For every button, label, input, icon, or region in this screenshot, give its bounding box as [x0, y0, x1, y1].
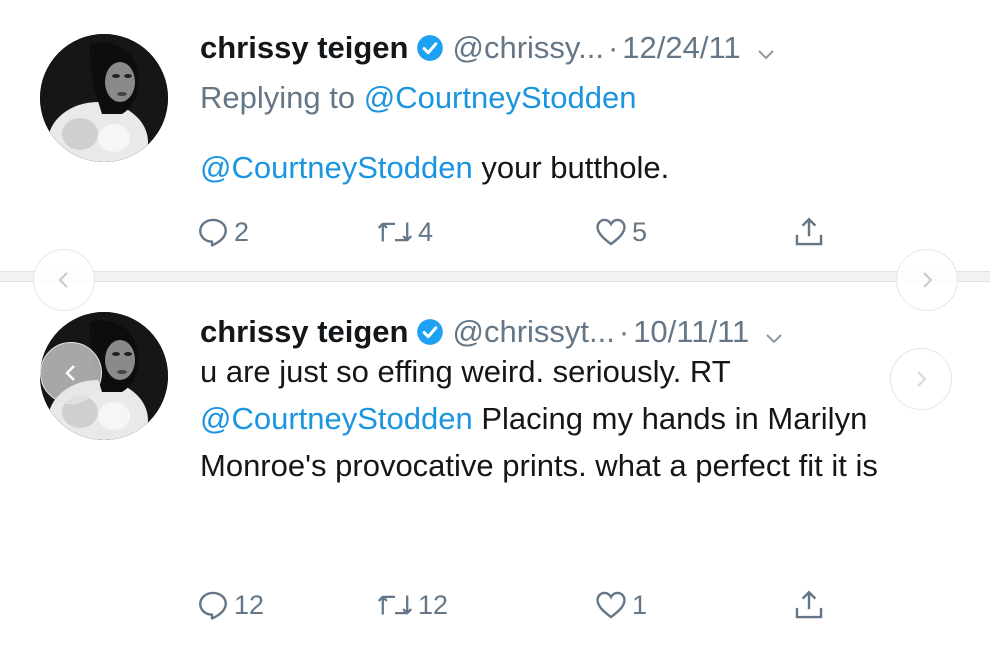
heart-icon: [596, 591, 626, 619]
retweet-count: 4: [418, 216, 434, 247]
reply-count: 2: [234, 216, 250, 247]
reply-icon: [199, 218, 227, 247]
retweet-icon: [377, 595, 413, 615]
share-button[interactable]: [792, 212, 830, 252]
chevron-left-icon: [58, 272, 68, 288]
retweet-button[interactable]: 4: [376, 212, 433, 252]
verified-badge-icon: [416, 318, 444, 346]
reply-button[interactable]: 12: [196, 585, 264, 625]
chevron-down-icon[interactable]: [763, 321, 785, 344]
next-button[interactable]: [890, 348, 952, 410]
chevron-left-icon: [65, 365, 75, 381]
share-icon: [795, 590, 823, 619]
tweet-date[interactable]: 12/24/11: [622, 30, 740, 66]
reply-icon: [199, 591, 227, 620]
reply-button[interactable]: 2: [196, 212, 249, 252]
tweet-body: your butthole.: [472, 150, 670, 185]
tweet-actions: 12 12 1: [196, 585, 856, 625]
tweet-2[interactable]: chrissy teigen @chrissyt... · 10/11/11 u…: [0, 280, 990, 654]
chevron-right-icon: [923, 272, 933, 288]
tweet-text: @CourtneyStodden your butthole.: [200, 144, 669, 191]
tweet-body-start: u are just so effing weird. seriously. R…: [200, 354, 731, 389]
tweet-1[interactable]: chrissy teigen @chrissy... · 12/24/11 Re…: [0, 0, 990, 272]
share-button[interactable]: [792, 585, 830, 625]
user-handle[interactable]: @chrissyt...: [452, 314, 614, 350]
retweet-count: 12: [418, 589, 449, 620]
avatar[interactable]: [40, 34, 168, 162]
display-name[interactable]: chrissy teigen: [200, 30, 408, 66]
tweet-header: chrissy teigen @chrissy... · 12/24/11: [200, 28, 950, 68]
like-count: 1: [632, 589, 648, 620]
display-name[interactable]: chrissy teigen: [200, 314, 408, 350]
previous-button[interactable]: [40, 342, 102, 404]
tweet-mention[interactable]: @CourtneyStodden: [200, 150, 473, 185]
tweet-date[interactable]: 10/11/11: [633, 314, 749, 350]
tweet-header: chrissy teigen @chrissyt... · 10/11/11: [200, 312, 950, 352]
replying-to-mention[interactable]: @CourtneyStodden: [364, 80, 637, 115]
previous-button[interactable]: [33, 249, 95, 311]
separator-dot: ·: [618, 314, 630, 349]
share-icon: [795, 217, 823, 246]
tweet-actions: 2 4 5: [196, 212, 856, 252]
reply-count: 12: [234, 589, 265, 620]
chevron-right-icon: [917, 371, 927, 387]
retweet-button[interactable]: 12: [376, 585, 448, 625]
user-handle[interactable]: @chrissy...: [452, 30, 603, 66]
verified-badge-icon: [416, 34, 444, 62]
retweet-icon: [377, 222, 413, 242]
heart-icon: [596, 218, 626, 246]
like-button[interactable]: 1: [594, 585, 647, 625]
next-button[interactable]: [896, 249, 958, 311]
tweet-mention[interactable]: @CourtneyStodden: [200, 401, 473, 436]
replying-to: Replying to @CourtneyStodden: [200, 80, 636, 116]
like-button[interactable]: 5: [594, 212, 647, 252]
tweet-text: u are just so effing weird. seriously. R…: [200, 348, 960, 489]
chevron-down-icon[interactable]: [755, 37, 777, 60]
separator-dot: ·: [607, 30, 619, 65]
replying-to-label: Replying to: [200, 80, 364, 115]
like-count: 5: [632, 216, 648, 247]
